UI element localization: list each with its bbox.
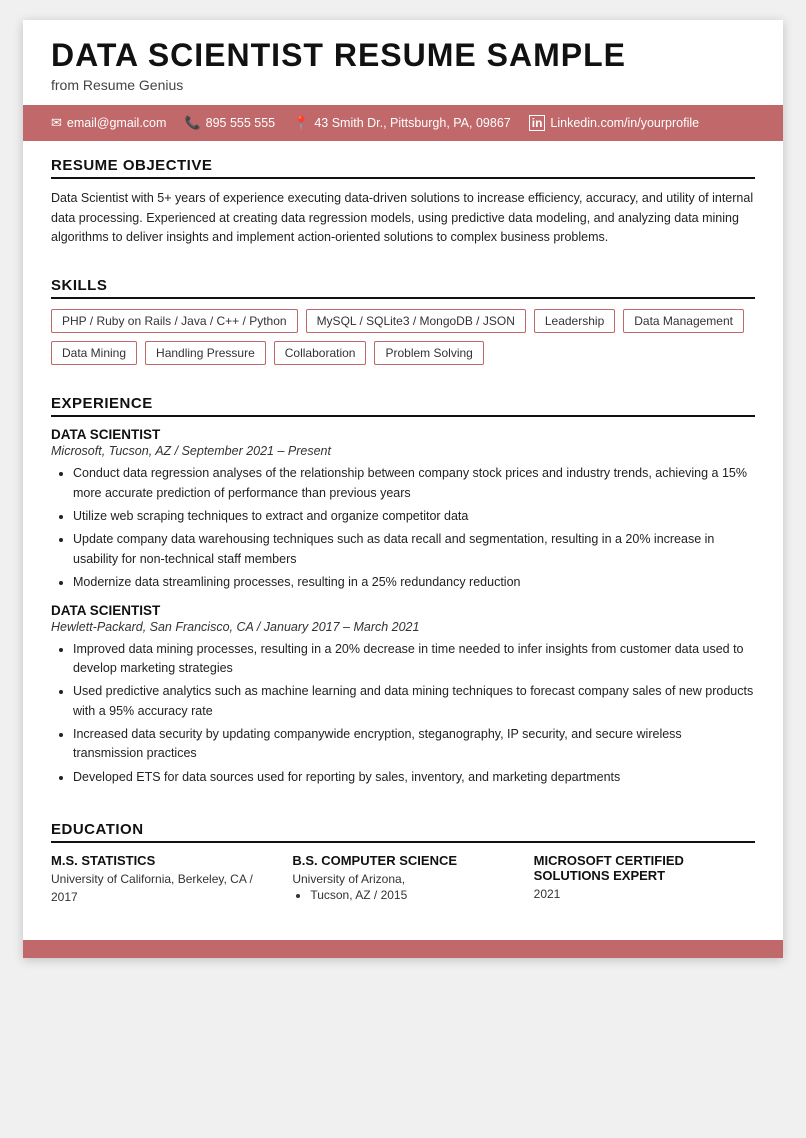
edu-degree: M.S. STATISTICS [51,853,272,868]
experience-title: EXPERIENCE [51,395,755,417]
skills-title: SKILLS [51,277,755,299]
email-contact: ✉ email@gmail.com [51,115,166,131]
skill-tag: Leadership [534,309,615,333]
linkedin-text: Linkedin.com/in/yourprofile [550,116,699,130]
header-section: DATA SCIENTIST RESUME SAMPLE from Resume… [23,20,783,105]
edu-sub-bullet-item: Tucson, AZ / 2015 [310,888,513,902]
resume-container: DATA SCIENTIST RESUME SAMPLE from Resume… [23,20,783,958]
contact-bar: ✉ email@gmail.com 📞 895 555 555 📍 43 Smi… [23,105,783,141]
job-entry: DATA SCIENTIST Microsoft, Tucson, AZ / Se… [51,427,755,592]
phone-icon: 📞 [184,115,200,131]
address-text: 43 Smith Dr., Pittsburgh, PA, 09867 [314,116,510,130]
skill-tag: Data Mining [51,341,137,365]
objective-text: Data Scientist with 5+ years of experien… [51,189,755,247]
edu-details: University of Arizona, [292,870,513,888]
phone-contact: 📞 895 555 555 [184,115,275,131]
linkedin-icon: in [529,115,546,131]
skill-tag: Handling Pressure [145,341,266,365]
skill-tag: Collaboration [274,341,367,365]
linkedin-contact: in Linkedin.com/in/yourprofile [529,115,699,131]
education-title: EDUCATION [51,821,755,843]
edu-item: M.S. STATISTICS University of California,… [51,853,272,906]
job-bullets: Improved data mining processes, resultin… [51,640,755,788]
skill-tag: Data Management [623,309,744,333]
skill-tags-container: PHP / Ruby on Rails / Java / C++ / Pytho… [51,309,755,365]
main-title: DATA SCIENTIST RESUME SAMPLE [51,38,755,73]
bottom-bar [23,940,783,958]
edu-details: 2021 [534,885,755,903]
job-bullet: Increased data security by updating comp… [73,725,755,764]
location-icon: 📍 [293,115,309,131]
email-icon: ✉ [51,115,62,131]
job-bullet: Improved data mining processes, resultin… [73,640,755,679]
job-bullet: Update company data warehousing techniqu… [73,530,755,569]
edu-item: MICROSOFT CERTIFIED SOLUTIONS EXPERT 2021 [534,853,755,906]
job-title: DATA SCIENTIST [51,427,755,442]
edu-degree: MICROSOFT CERTIFIED SOLUTIONS EXPERT [534,853,755,883]
skills-section: SKILLS PHP / Ruby on Rails / Java / C++ … [23,277,783,381]
edu-grid: M.S. STATISTICS University of California,… [51,853,755,906]
address-contact: 📍 43 Smith Dr., Pittsburgh, PA, 09867 [293,115,511,131]
subtitle: from Resume Genius [51,77,755,93]
job-bullet: Conduct data regression analyses of the … [73,464,755,503]
edu-item: B.S. COMPUTER SCIENCE University of Arizo… [292,853,513,906]
job-subtitle: Hewlett-Packard, San Francisco, CA / Jan… [51,620,755,634]
job-entry: DATA SCIENTIST Hewlett-Packard, San Franc… [51,603,755,788]
skill-tag: MySQL / SQLite3 / MongoDB / JSON [306,309,526,333]
phone-text: 895 555 555 [206,116,276,130]
job-bullet: Modernize data streamlining processes, r… [73,573,755,592]
job-bullet: Used predictive analytics such as machin… [73,682,755,721]
edu-details: University of California, Berkeley, CA /… [51,870,272,906]
job-subtitle: Microsoft, Tucson, AZ / September 2021 –… [51,444,755,458]
experience-section: EXPERIENCE DATA SCIENTIST Microsoft, Tucs… [23,395,783,807]
jobs-container: DATA SCIENTIST Microsoft, Tucson, AZ / Se… [51,427,755,787]
edu-degree: B.S. COMPUTER SCIENCE [292,853,513,868]
edu-sub-bullet: Tucson, AZ / 2015 [292,888,513,902]
job-bullet: Developed ETS for data sources used for … [73,768,755,787]
objective-section: RESUME OBJECTIVE Data Scientist with 5+ … [23,141,783,263]
objective-title: RESUME OBJECTIVE [51,157,755,179]
job-title: DATA SCIENTIST [51,603,755,618]
skill-tag: Problem Solving [374,341,483,365]
job-bullets: Conduct data regression analyses of the … [51,464,755,592]
education-section: EDUCATION M.S. STATISTICS University of C… [23,821,783,922]
skill-tag: PHP / Ruby on Rails / Java / C++ / Pytho… [51,309,298,333]
email-text: email@gmail.com [67,116,167,130]
job-bullet: Utilize web scraping techniques to extra… [73,507,755,526]
